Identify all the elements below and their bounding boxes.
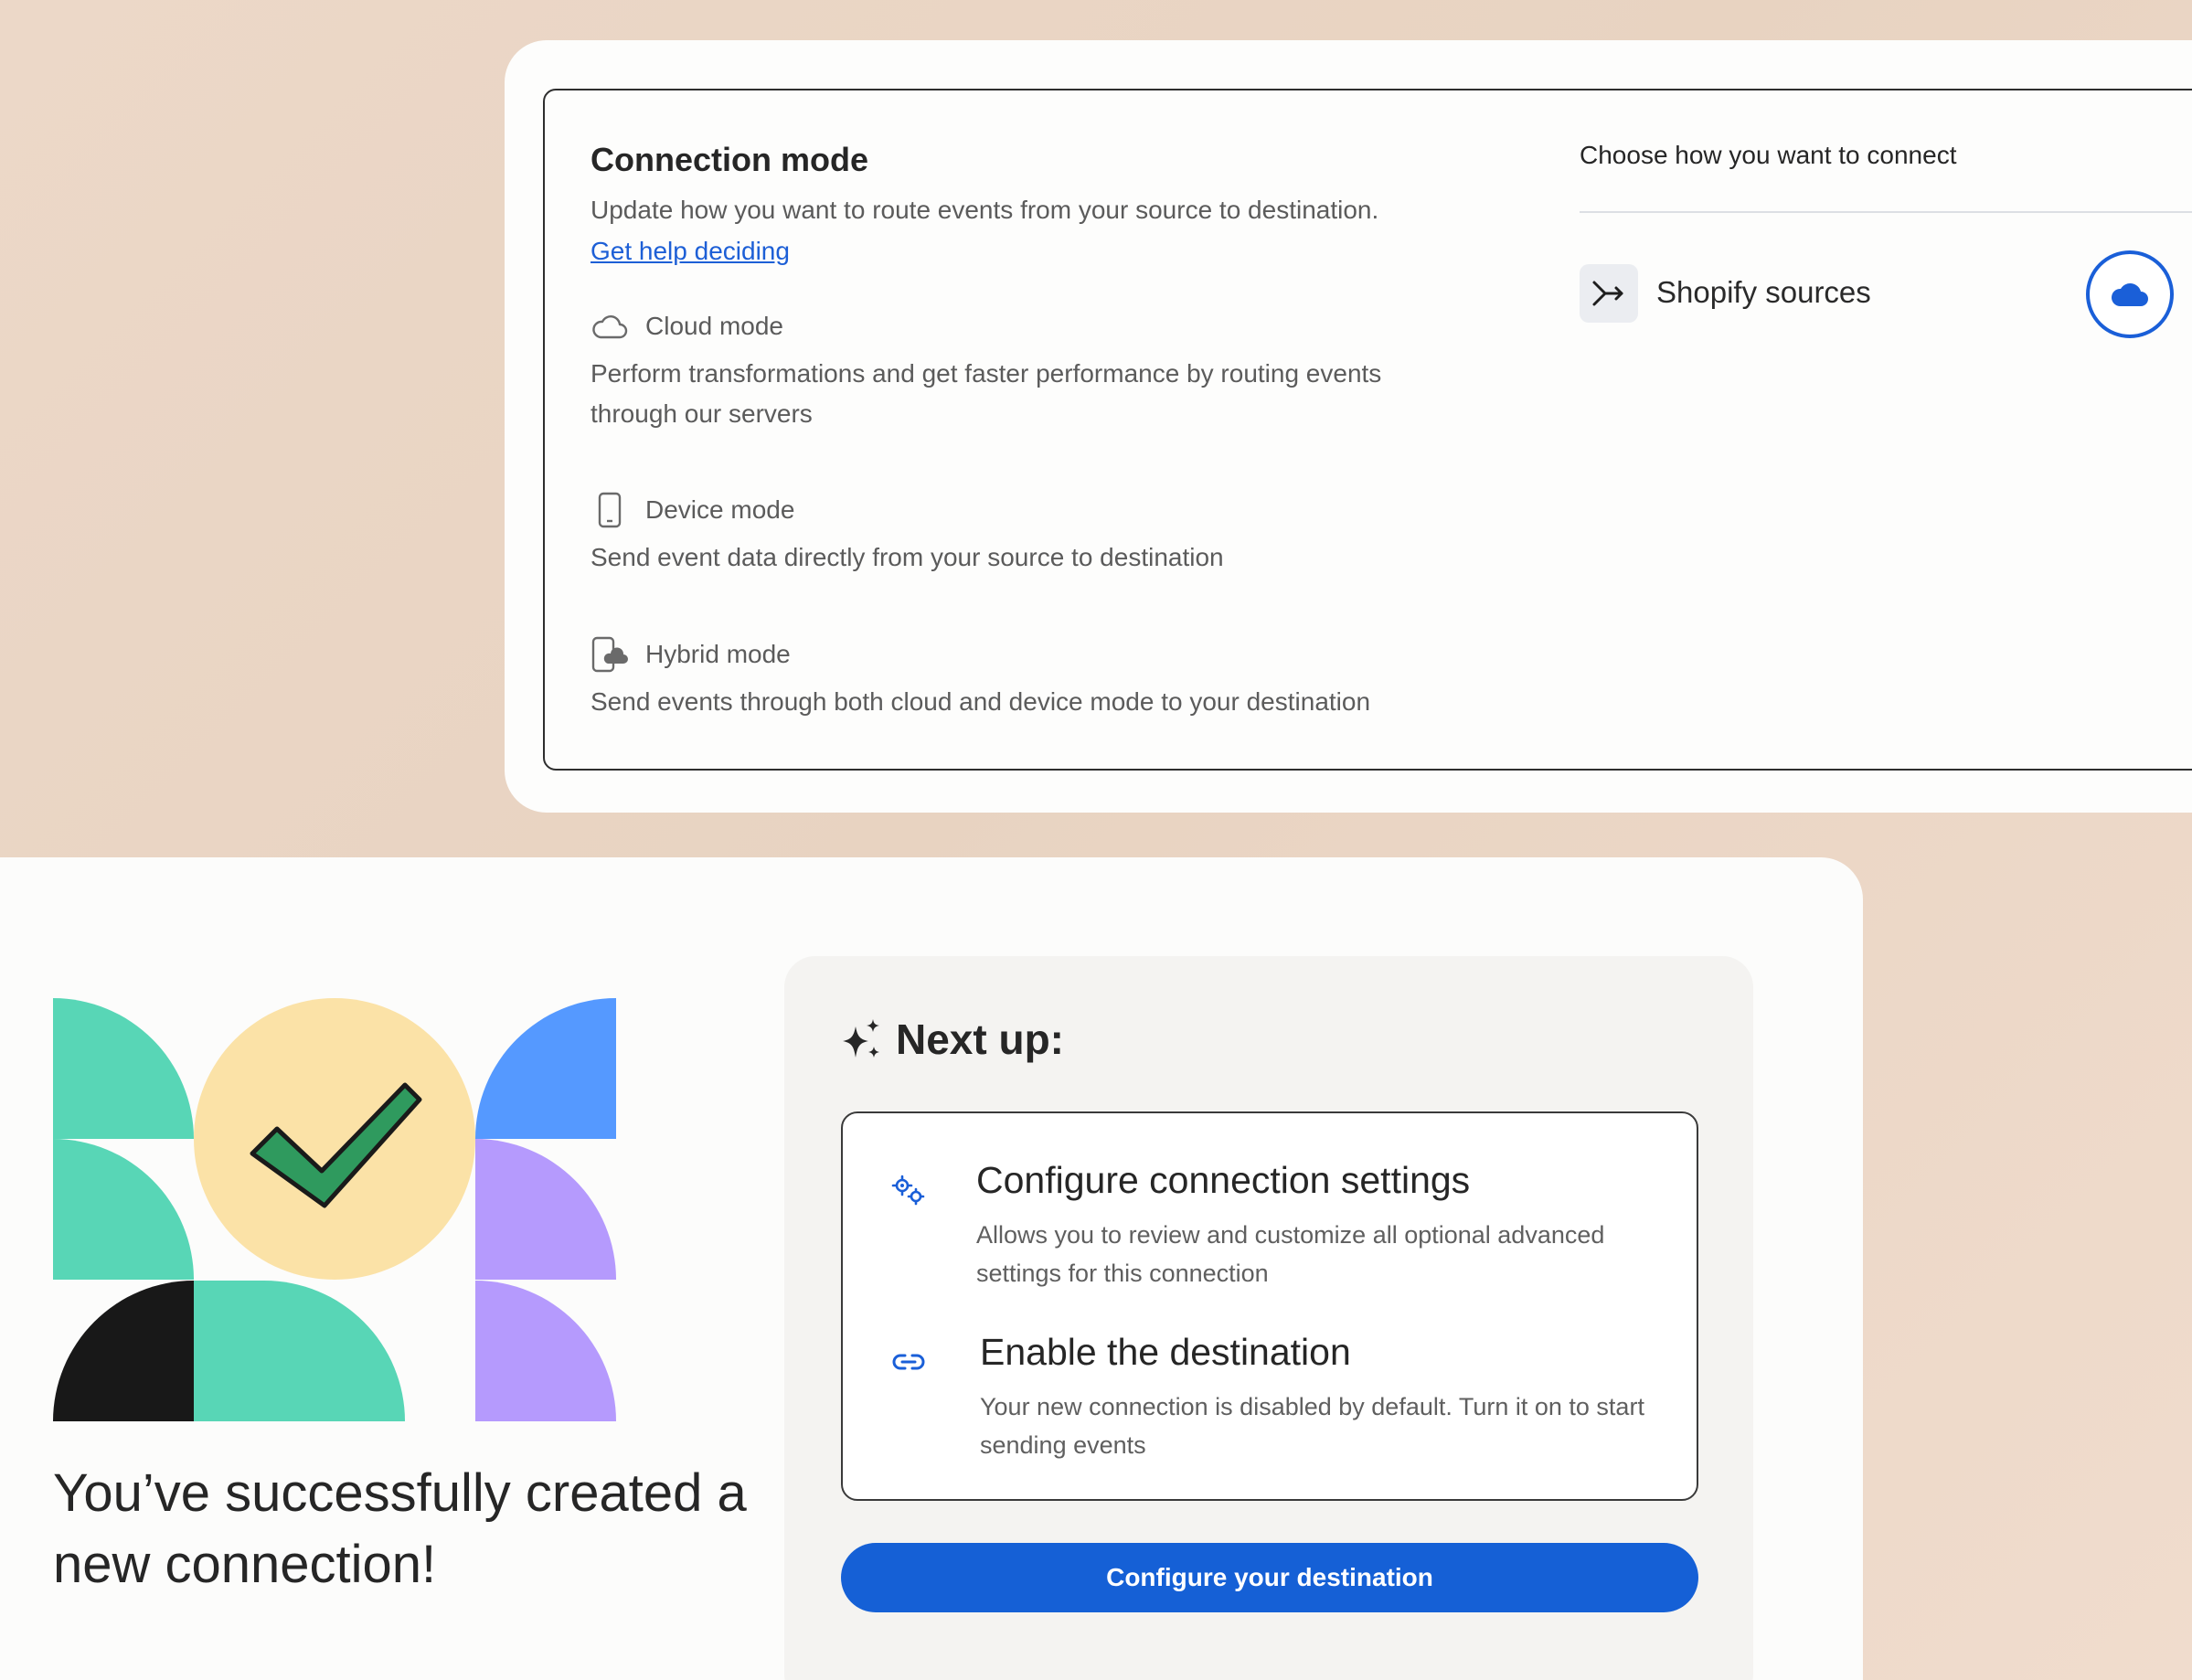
link-icon: [892, 1354, 925, 1370]
cloud-mode-toggle[interactable]: [2086, 250, 2174, 338]
cloud-icon: [591, 307, 629, 346]
mode-label: Device mode: [645, 495, 795, 524]
connection-mode-panel: Connection mode Update how you want to r…: [543, 89, 2192, 771]
step-title: Configure connection settings: [976, 1159, 1471, 1201]
next-steps-box: Configure connection settings Allows you…: [841, 1111, 1698, 1501]
connection-mode-title: Connection mode: [591, 141, 868, 178]
source-label: Shopify sources: [1656, 275, 1871, 309]
mode-description: Perform transformations and get faster p…: [591, 359, 1382, 428]
page: Connection mode Update how you want to r…: [0, 0, 2192, 1680]
step-description: Allows you to review and customize all o…: [976, 1221, 1605, 1287]
gears-icon: [891, 1175, 925, 1206]
mode-label: Cloud mode: [645, 312, 783, 340]
next-up-panel: Next up: Configure connection settings A…: [784, 956, 1753, 1680]
mode-hybrid: Hybrid mode Send events through both clo…: [591, 634, 1413, 722]
merge-arrow-icon: [1580, 264, 1638, 323]
configure-destination-button[interactable]: Configure your destination: [841, 1543, 1698, 1612]
connection-mode-card: Connection mode Update how you want to r…: [505, 40, 2192, 813]
success-title: You’ve successfully created a new connec…: [53, 1463, 747, 1594]
step-title: Enable the destination: [980, 1331, 1351, 1373]
next-up-heading: Next up:: [839, 1015, 1064, 1064]
success-illustration: [53, 998, 616, 1421]
choose-connect-heading: Choose how you want to connect: [1580, 141, 1957, 169]
mode-description: Send event data directly from your sourc…: [591, 543, 1224, 571]
phone-icon: [591, 491, 629, 529]
sparkles-icon: [843, 1019, 879, 1058]
mode-description: Send events through both cloud and devic…: [591, 687, 1371, 716]
step-description: Your new connection is disabled by defau…: [980, 1393, 1644, 1459]
divider: [1580, 211, 2192, 213]
help-deciding-link[interactable]: Get help deciding: [591, 237, 790, 266]
mode-device: Device mode Send event data directly fro…: [591, 490, 1413, 578]
cloud-filled-icon: [2111, 283, 2148, 306]
mode-label: Hybrid mode: [645, 640, 791, 668]
connection-mode-subtitle: Update how you want to route events from…: [591, 196, 1379, 224]
mode-cloud: Cloud mode Perform transformations and g…: [591, 306, 1413, 434]
next-up-title: Next up:: [896, 1015, 1064, 1063]
hybrid-icon: [591, 635, 629, 674]
